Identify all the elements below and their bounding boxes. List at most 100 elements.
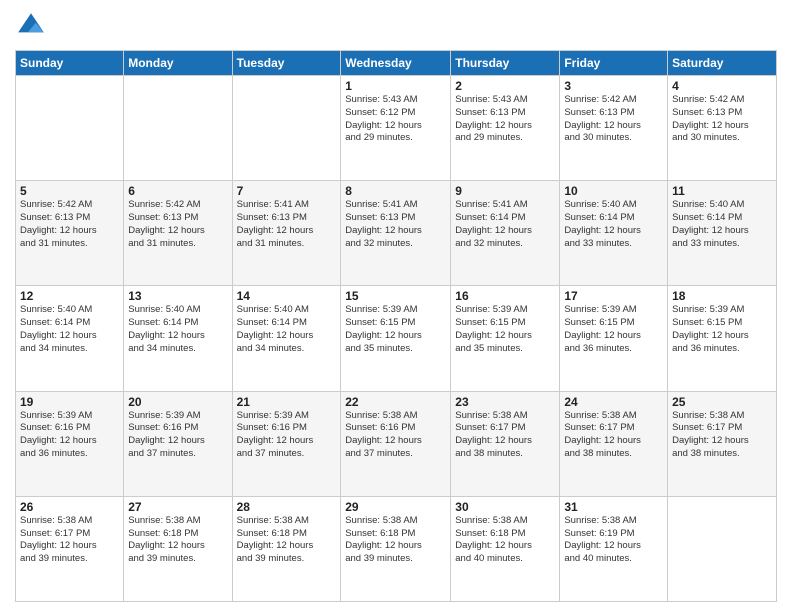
day-cell: 13Sunrise: 5:40 AM Sunset: 6:14 PM Dayli… xyxy=(124,286,232,391)
day-cell: 19Sunrise: 5:39 AM Sunset: 6:16 PM Dayli… xyxy=(16,391,124,496)
day-cell: 28Sunrise: 5:38 AM Sunset: 6:18 PM Dayli… xyxy=(232,496,341,601)
day-number: 1 xyxy=(345,79,446,93)
week-row-5: 26Sunrise: 5:38 AM Sunset: 6:17 PM Dayli… xyxy=(16,496,777,601)
day-number: 25 xyxy=(672,395,772,409)
day-info: Sunrise: 5:38 AM Sunset: 6:19 PM Dayligh… xyxy=(564,515,663,566)
day-info: Sunrise: 5:39 AM Sunset: 6:15 PM Dayligh… xyxy=(564,304,663,355)
day-info: Sunrise: 5:41 AM Sunset: 6:14 PM Dayligh… xyxy=(455,199,555,250)
page: SundayMondayTuesdayWednesdayThursdayFrid… xyxy=(0,0,792,612)
day-number: 31 xyxy=(564,500,663,514)
day-cell: 14Sunrise: 5:40 AM Sunset: 6:14 PM Dayli… xyxy=(232,286,341,391)
day-info: Sunrise: 5:40 AM Sunset: 6:14 PM Dayligh… xyxy=(672,199,772,250)
day-number: 13 xyxy=(128,289,227,303)
day-cell: 24Sunrise: 5:38 AM Sunset: 6:17 PM Dayli… xyxy=(560,391,668,496)
day-number: 29 xyxy=(345,500,446,514)
day-number: 9 xyxy=(455,184,555,198)
day-number: 11 xyxy=(672,184,772,198)
week-row-3: 12Sunrise: 5:40 AM Sunset: 6:14 PM Dayli… xyxy=(16,286,777,391)
day-number: 20 xyxy=(128,395,227,409)
day-number: 4 xyxy=(672,79,772,93)
day-info: Sunrise: 5:43 AM Sunset: 6:12 PM Dayligh… xyxy=(345,94,446,145)
day-cell: 27Sunrise: 5:38 AM Sunset: 6:18 PM Dayli… xyxy=(124,496,232,601)
day-info: Sunrise: 5:40 AM Sunset: 6:14 PM Dayligh… xyxy=(237,304,337,355)
day-info: Sunrise: 5:41 AM Sunset: 6:13 PM Dayligh… xyxy=(345,199,446,250)
day-number: 26 xyxy=(20,500,119,514)
header xyxy=(15,10,777,42)
day-cell: 21Sunrise: 5:39 AM Sunset: 6:16 PM Dayli… xyxy=(232,391,341,496)
day-info: Sunrise: 5:38 AM Sunset: 6:18 PM Dayligh… xyxy=(237,515,337,566)
day-info: Sunrise: 5:43 AM Sunset: 6:13 PM Dayligh… xyxy=(455,94,555,145)
day-number: 19 xyxy=(20,395,119,409)
weekday-header-tuesday: Tuesday xyxy=(232,51,341,76)
day-cell xyxy=(232,76,341,181)
weekday-header-sunday: Sunday xyxy=(16,51,124,76)
day-cell: 6Sunrise: 5:42 AM Sunset: 6:13 PM Daylig… xyxy=(124,181,232,286)
day-number: 15 xyxy=(345,289,446,303)
day-number: 30 xyxy=(455,500,555,514)
day-info: Sunrise: 5:38 AM Sunset: 6:16 PM Dayligh… xyxy=(345,410,446,461)
day-cell: 8Sunrise: 5:41 AM Sunset: 6:13 PM Daylig… xyxy=(341,181,451,286)
calendar: SundayMondayTuesdayWednesdayThursdayFrid… xyxy=(15,50,777,602)
day-cell: 25Sunrise: 5:38 AM Sunset: 6:17 PM Dayli… xyxy=(668,391,777,496)
day-info: Sunrise: 5:39 AM Sunset: 6:16 PM Dayligh… xyxy=(128,410,227,461)
weekday-header-wednesday: Wednesday xyxy=(341,51,451,76)
day-info: Sunrise: 5:38 AM Sunset: 6:17 PM Dayligh… xyxy=(20,515,119,566)
day-cell: 12Sunrise: 5:40 AM Sunset: 6:14 PM Dayli… xyxy=(16,286,124,391)
day-number: 17 xyxy=(564,289,663,303)
day-cell: 7Sunrise: 5:41 AM Sunset: 6:13 PM Daylig… xyxy=(232,181,341,286)
day-number: 10 xyxy=(564,184,663,198)
day-info: Sunrise: 5:39 AM Sunset: 6:15 PM Dayligh… xyxy=(672,304,772,355)
day-info: Sunrise: 5:40 AM Sunset: 6:14 PM Dayligh… xyxy=(128,304,227,355)
day-info: Sunrise: 5:38 AM Sunset: 6:18 PM Dayligh… xyxy=(128,515,227,566)
day-number: 18 xyxy=(672,289,772,303)
day-number: 8 xyxy=(345,184,446,198)
day-number: 6 xyxy=(128,184,227,198)
day-cell: 15Sunrise: 5:39 AM Sunset: 6:15 PM Dayli… xyxy=(341,286,451,391)
weekday-header-monday: Monday xyxy=(124,51,232,76)
weekday-header-row: SundayMondayTuesdayWednesdayThursdayFrid… xyxy=(16,51,777,76)
day-cell: 16Sunrise: 5:39 AM Sunset: 6:15 PM Dayli… xyxy=(451,286,560,391)
day-number: 3 xyxy=(564,79,663,93)
day-number: 21 xyxy=(237,395,337,409)
day-cell xyxy=(668,496,777,601)
day-cell: 22Sunrise: 5:38 AM Sunset: 6:16 PM Dayli… xyxy=(341,391,451,496)
day-cell: 23Sunrise: 5:38 AM Sunset: 6:17 PM Dayli… xyxy=(451,391,560,496)
day-number: 24 xyxy=(564,395,663,409)
day-info: Sunrise: 5:38 AM Sunset: 6:17 PM Dayligh… xyxy=(672,410,772,461)
day-info: Sunrise: 5:38 AM Sunset: 6:17 PM Dayligh… xyxy=(455,410,555,461)
day-info: Sunrise: 5:38 AM Sunset: 6:18 PM Dayligh… xyxy=(345,515,446,566)
day-info: Sunrise: 5:42 AM Sunset: 6:13 PM Dayligh… xyxy=(128,199,227,250)
day-info: Sunrise: 5:42 AM Sunset: 6:13 PM Dayligh… xyxy=(564,94,663,145)
day-number: 23 xyxy=(455,395,555,409)
day-info: Sunrise: 5:40 AM Sunset: 6:14 PM Dayligh… xyxy=(564,199,663,250)
day-number: 12 xyxy=(20,289,119,303)
day-cell xyxy=(16,76,124,181)
day-number: 7 xyxy=(237,184,337,198)
day-info: Sunrise: 5:39 AM Sunset: 6:15 PM Dayligh… xyxy=(345,304,446,355)
week-row-4: 19 Sunrise: 5:39 AM Sunset: 6:16 PM Dayli… xyxy=(16,391,777,496)
day-cell: 30Sunrise: 5:38 AM Sunset: 6:18 PM Dayli… xyxy=(451,496,560,601)
day-info: Sunrise: 5:41 AM Sunset: 6:13 PM Dayligh… xyxy=(237,199,337,250)
day-info: Sunrise: 5:40 AM Sunset: 6:14 PM Dayligh… xyxy=(20,304,119,355)
day-info: Sunrise: 5:42 AM Sunset: 6:13 PM Dayligh… xyxy=(672,94,772,145)
day-cell: 26Sunrise: 5:38 AM Sunset: 6:17 PM Dayli… xyxy=(16,496,124,601)
day-number: 16 xyxy=(455,289,555,303)
week-row-1: 1Sunrise: 5:43 AM Sunset: 6:12 PM Daylig… xyxy=(16,76,777,181)
day-cell: 20Sunrise: 5:39 AM Sunset: 6:16 PM Dayli… xyxy=(124,391,232,496)
day-number: 14 xyxy=(237,289,337,303)
day-cell xyxy=(124,76,232,181)
logo-icon xyxy=(15,10,47,42)
week-row-2: 5Sunrise: 5:42 AM Sunset: 6:13 PM Daylig… xyxy=(16,181,777,286)
day-cell: 4Sunrise: 5:42 AM Sunset: 6:13 PM Daylig… xyxy=(668,76,777,181)
day-info: Sunrise: 5:39 AM Sunset: 6:16 PM Dayligh… xyxy=(237,410,337,461)
day-cell: 18Sunrise: 5:39 AM Sunset: 6:15 PM Dayli… xyxy=(668,286,777,391)
day-cell: 31Sunrise: 5:38 AM Sunset: 6:19 PM Dayli… xyxy=(560,496,668,601)
day-number: 2 xyxy=(455,79,555,93)
day-cell: 5Sunrise: 5:42 AM Sunset: 6:13 PM Daylig… xyxy=(16,181,124,286)
weekday-header-friday: Friday xyxy=(560,51,668,76)
day-info: Sunrise: 5:38 AM Sunset: 6:17 PM Dayligh… xyxy=(564,410,663,461)
day-info: Sunrise: 5:38 AM Sunset: 6:18 PM Dayligh… xyxy=(455,515,555,566)
logo xyxy=(15,10,51,42)
weekday-header-saturday: Saturday xyxy=(668,51,777,76)
day-number: 28 xyxy=(237,500,337,514)
